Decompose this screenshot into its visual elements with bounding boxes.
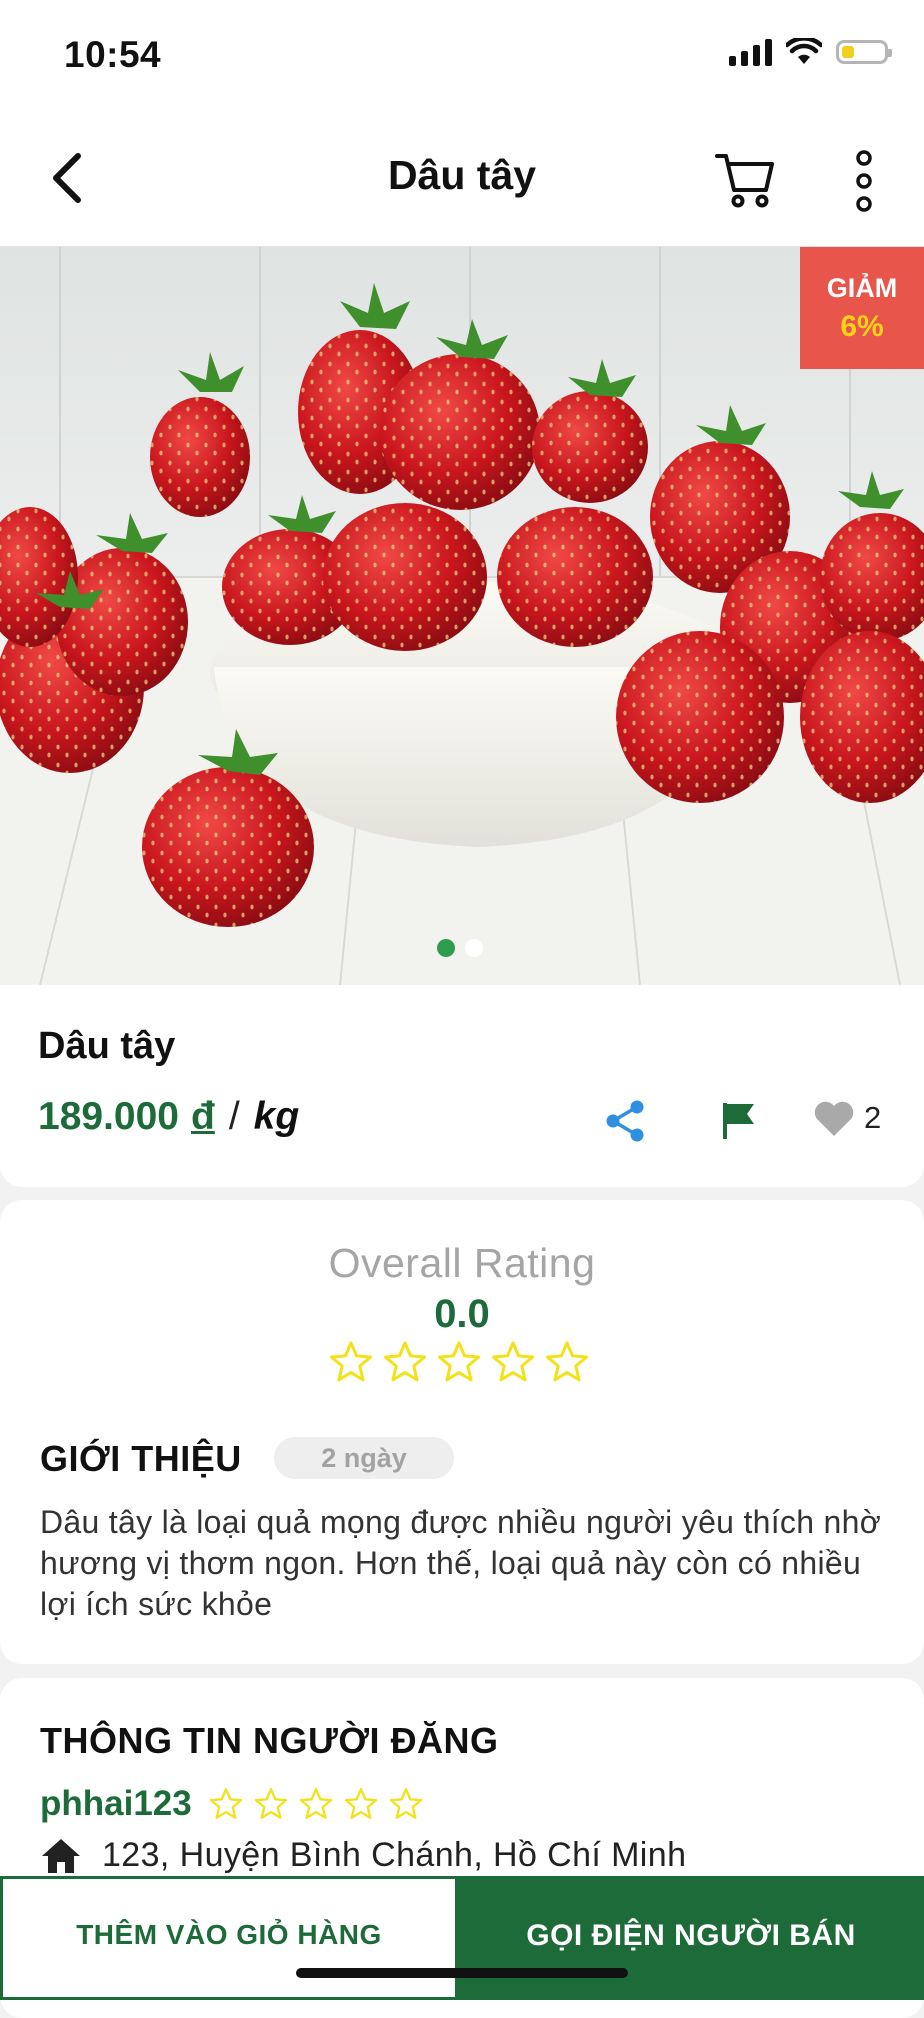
status-time: 10:54: [64, 34, 162, 75]
price-row: 189.000 đ / kg: [38, 1095, 299, 1139]
intro-text: Dâu tây là loại quả mọng được nhiều ngườ…: [40, 1504, 881, 1622]
discount-label: GIẢM: [826, 273, 898, 303]
star-empty-icon: [491, 1341, 535, 1382]
more-options-icon[interactable]: [848, 148, 880, 214]
rating-value: 0.0: [434, 1292, 490, 1336]
product-info-card: Dâu tây 189.000 đ / kg 2: [0, 985, 924, 1187]
report-flag-icon[interactable]: [720, 1101, 756, 1141]
signal-icon: [729, 38, 772, 66]
bottom-action-bar: THÊM VÀO GIỎ HÀNG GỌI ĐIỆN NGƯỜI BÁN: [0, 1876, 924, 2000]
star-empty-icon: [389, 1788, 422, 1819]
address-row: 123, Huyện Bình Chánh, Hồ Chí Minh: [40, 1836, 686, 1875]
intro-title: GIỚI THIỆU: [40, 1438, 242, 1479]
discount-badge: GIẢM 6%: [800, 247, 924, 369]
discount-value: 6%: [840, 310, 884, 343]
page-title: Dâu tây: [387, 152, 537, 198]
star-empty-icon: [209, 1788, 242, 1819]
product-image: [0, 247, 924, 985]
star-empty-icon: [383, 1341, 427, 1382]
star-empty-icon: [344, 1788, 377, 1819]
like-button[interactable]: 2: [812, 1098, 881, 1138]
carousel-dot[interactable]: [465, 939, 483, 957]
seller-name[interactable]: phhai123: [40, 1784, 192, 1824]
seller-address: 123, Huyện Bình Chánh, Hồ Chí Minh: [102, 1836, 687, 1874]
cart-icon[interactable]: [714, 150, 776, 210]
star-empty-icon: [254, 1788, 287, 1819]
call-seller-button[interactable]: GỌI ĐIỆN NGƯỜI BÁN: [458, 1876, 924, 2000]
star-empty-icon: [299, 1788, 332, 1819]
status-bar: 10:54: [0, 0, 924, 110]
status-icons: [729, 38, 892, 66]
price-currency: đ: [190, 1095, 215, 1138]
carousel-dot-active[interactable]: [437, 939, 455, 957]
like-count: 2: [864, 1100, 882, 1135]
battery-icon: [836, 40, 892, 64]
star-empty-icon: [545, 1341, 589, 1382]
star-empty-icon: [329, 1341, 373, 1382]
rating-intro-card: Overall Rating 0.0 GIỚI THIỆU 2 ngày Dâu…: [0, 1200, 924, 1664]
seller-row: phhai123: [40, 1784, 424, 1824]
rating-label: Overall Rating: [328, 1240, 596, 1286]
product-name: Dâu tây: [38, 1025, 176, 1067]
wifi-icon: [786, 38, 822, 64]
rating-stars: [328, 1340, 590, 1384]
carousel-dots: [437, 939, 483, 957]
product-price: 189.000: [38, 1095, 179, 1138]
share-icon[interactable]: [604, 1099, 646, 1143]
price-unit: kg: [253, 1095, 300, 1138]
product-image-carousel[interactable]: GIẢM 6%: [0, 247, 924, 985]
posted-age-badge: 2 ngày: [274, 1437, 454, 1479]
home-icon: [42, 1838, 80, 1873]
add-to-cart-button[interactable]: THÊM VÀO GIỎ HÀNG: [0, 1876, 458, 2000]
star-empty-icon: [437, 1341, 481, 1382]
price-separator: /: [228, 1095, 240, 1138]
seller-stars: [208, 1787, 424, 1821]
seller-title: THÔNG TIN NGƯỜI ĐĂNG: [40, 1720, 499, 1761]
home-indicator: [296, 1968, 628, 1978]
nav-bar: Dâu tây: [0, 110, 924, 247]
heart-icon: [814, 1101, 854, 1136]
